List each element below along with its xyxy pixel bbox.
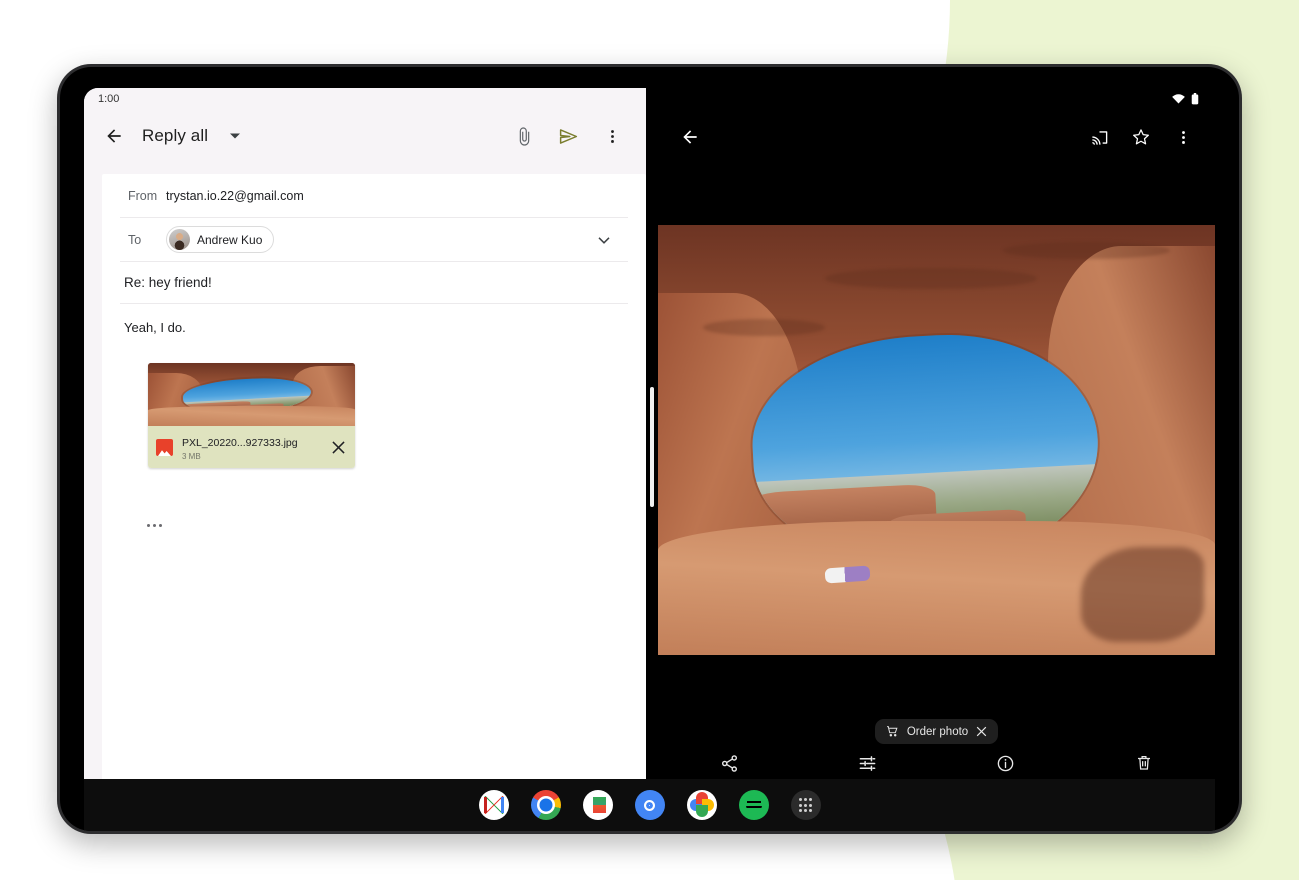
attachment-card[interactable]: PXL_20220...927333.jpg 3 MB (148, 363, 355, 468)
back-arrow-icon[interactable] (670, 117, 710, 157)
chevron-down-icon[interactable] (222, 123, 248, 149)
compose-card: From trystan.io.22@gmail.com To Andrew K… (102, 174, 646, 806)
to-field-row[interactable]: To Andrew Kuo (120, 218, 628, 262)
order-photo-chip-container: Order photo (658, 709, 1215, 748)
taskbar-gmail-icon[interactable] (479, 790, 509, 820)
system-taskbar (84, 779, 1215, 831)
avatar (169, 229, 190, 250)
message-body-text[interactable]: Yeah, I do. (120, 304, 628, 335)
battery-icon (1191, 93, 1199, 105)
photo-viewer[interactable] (658, 164, 1215, 709)
person-in-photo (825, 565, 870, 583)
from-value: trystan.io.22@gmail.com (166, 189, 304, 203)
gmail-reply-mode-title: Reply all (142, 126, 208, 146)
taskbar-app-drawer-icon[interactable] (791, 790, 821, 820)
recipient-chip[interactable]: Andrew Kuo (166, 226, 274, 253)
star-outline-icon[interactable] (1121, 117, 1161, 157)
attachment-file-name: PXL_20220...927333.jpg (182, 437, 298, 449)
paperclip-icon[interactable] (504, 116, 544, 156)
recipient-name: Andrew Kuo (197, 233, 262, 247)
split-divider-handle[interactable] (650, 387, 654, 507)
gmail-status-bar: 1:00 (84, 88, 646, 110)
gmail-body: From trystan.io.22@gmail.com To Andrew K… (84, 162, 646, 806)
image-file-icon (156, 439, 173, 456)
taskbar-play-store-icon[interactable] (583, 790, 613, 820)
show-quoted-text-button[interactable] (142, 520, 167, 531)
shopping-cart-icon (886, 725, 899, 738)
status-time: 1:00 (98, 93, 119, 105)
to-label: To (124, 233, 166, 247)
taskbar-google-photos-icon[interactable] (687, 790, 717, 820)
attachment-file-size: 3 MB (182, 452, 320, 461)
order-photo-label: Order photo (907, 726, 968, 738)
photos-app-bar (658, 110, 1215, 164)
send-icon[interactable] (548, 116, 588, 156)
share-icon (720, 754, 739, 773)
back-arrow-icon[interactable] (94, 116, 134, 156)
from-label: From (124, 189, 166, 203)
tablet-device: 1:00 Reply all (57, 64, 1242, 834)
photos-status-bar (658, 88, 1215, 110)
from-field-row[interactable]: From trystan.io.22@gmail.com (120, 174, 628, 218)
order-photo-chip[interactable]: Order photo (875, 719, 998, 744)
wifi-icon (1172, 94, 1185, 104)
taskbar-camera-icon[interactable] (635, 790, 665, 820)
more-vert-icon[interactable] (1163, 117, 1203, 157)
gmail-pane: 1:00 Reply all (84, 88, 646, 806)
subject-field-row[interactable]: Re: hey friend! (120, 262, 628, 304)
attachment-text: PXL_20220...927333.jpg 3 MB (182, 433, 320, 461)
taskbar-chrome-icon[interactable] (531, 790, 561, 820)
attachment-thumbnail (148, 363, 355, 426)
split-screen-divider[interactable] (646, 88, 658, 806)
attachment-meta: PXL_20220...927333.jpg 3 MB (148, 426, 355, 468)
expand-recipients-chevron-down-icon[interactable] (584, 220, 624, 260)
device-bezel: 1:00 Reply all (60, 67, 1239, 831)
info-icon (996, 754, 1015, 773)
cast-icon[interactable] (1079, 117, 1119, 157)
tune-icon (858, 754, 877, 773)
gmail-app-bar: Reply all (84, 110, 646, 162)
close-icon[interactable] (329, 438, 347, 456)
more-vert-icon[interactable] (592, 116, 632, 156)
photos-pane: Order photo Shar (658, 88, 1215, 806)
photo-image[interactable] (658, 225, 1215, 655)
trash-icon (1135, 754, 1153, 772)
subject-text: Re: hey friend! (124, 275, 212, 290)
close-icon[interactable] (976, 726, 987, 737)
taskbar-spotify-icon[interactable] (739, 790, 769, 820)
device-screen: 1:00 Reply all (84, 88, 1215, 806)
